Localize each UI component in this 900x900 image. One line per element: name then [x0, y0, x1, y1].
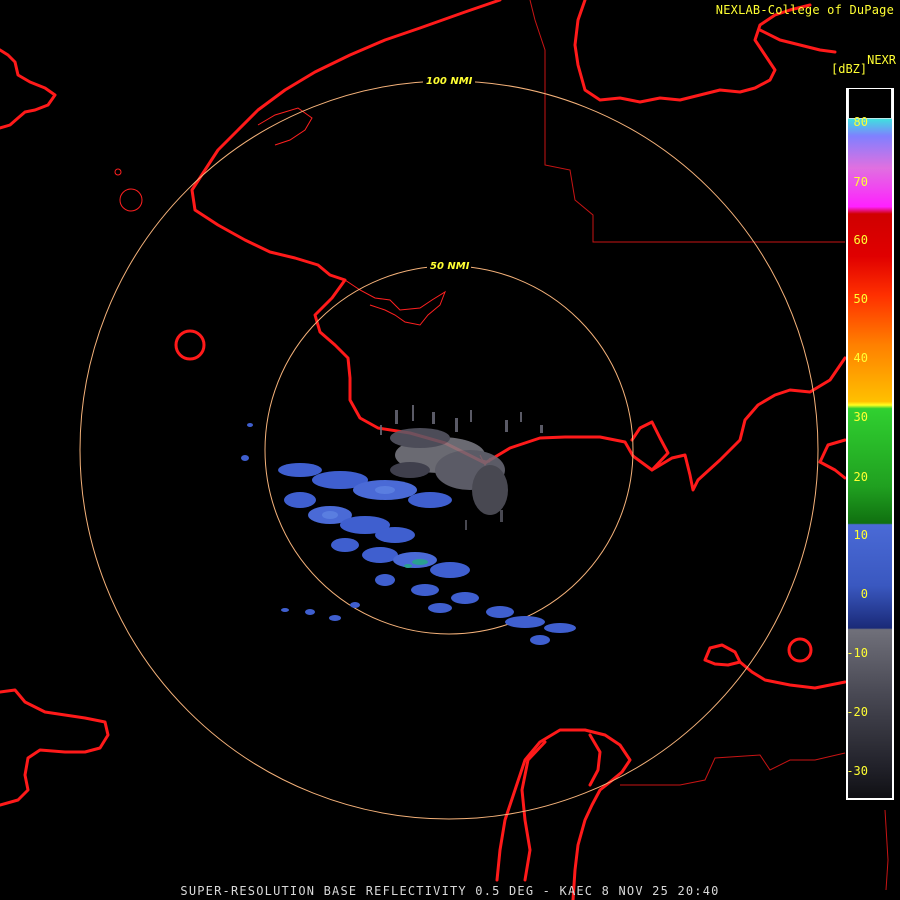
coastline-main	[190, 0, 670, 472]
northwest-shore-detail	[257, 107, 313, 146]
legend-tick-20: 20	[853, 470, 868, 484]
legend-tick-80: 80	[853, 115, 868, 129]
clutter-returns	[380, 405, 543, 530]
ring-label-100: 100 NMI	[426, 76, 473, 87]
coastline-southwest	[0, 688, 110, 807]
coastline-northwest	[0, 48, 57, 130]
ring-label-50: 50 NMI	[430, 261, 470, 272]
admin-boundaries	[529, 0, 889, 891]
product-caption: SUPER-RESOLUTION BASE REFLECTIVITY 0.5 D…	[180, 884, 720, 898]
radar-map-canvas: 50 NMI 100 NMI	[0, 0, 894, 900]
legend-tick-70: 70	[853, 175, 868, 189]
legend-tick-30: 30	[853, 410, 868, 424]
coastline-northeast-2	[758, 28, 837, 54]
legend-tick-10: 10	[853, 528, 868, 542]
legend-tick-neg20: -20	[846, 705, 868, 719]
legend-tick-neg10: -10	[846, 646, 868, 660]
legend-tick-0: 0	[860, 587, 868, 601]
small-lake	[119, 188, 143, 212]
legend-tick-60: 60	[853, 233, 868, 247]
reflectivity-returns	[241, 405, 576, 645]
peninsula-detail	[344, 279, 446, 326]
coastline-southeast	[738, 660, 847, 690]
product-code-label: NEXR	[867, 53, 896, 67]
legend-units-label: [dBZ]	[831, 62, 868, 76]
island-west	[174, 329, 206, 361]
legend-tick-neg30: -30	[846, 764, 868, 778]
legend-tick-40: 40	[853, 351, 868, 365]
legend-tick-50: 50	[853, 292, 868, 306]
tiny-island	[114, 168, 122, 176]
coastal-details	[114, 107, 491, 466]
coastline-southeast-lagoon	[703, 643, 742, 667]
coastline-south-inner-2	[588, 733, 602, 787]
coastline-south-bay	[495, 728, 632, 900]
radar-map: 50 NMI 100 NMI NEXLAB-College of DuPage …	[0, 0, 900, 900]
credit-label: NEXLAB-College of DuPage	[715, 3, 894, 17]
admin-boundary-east-edge	[884, 809, 889, 891]
